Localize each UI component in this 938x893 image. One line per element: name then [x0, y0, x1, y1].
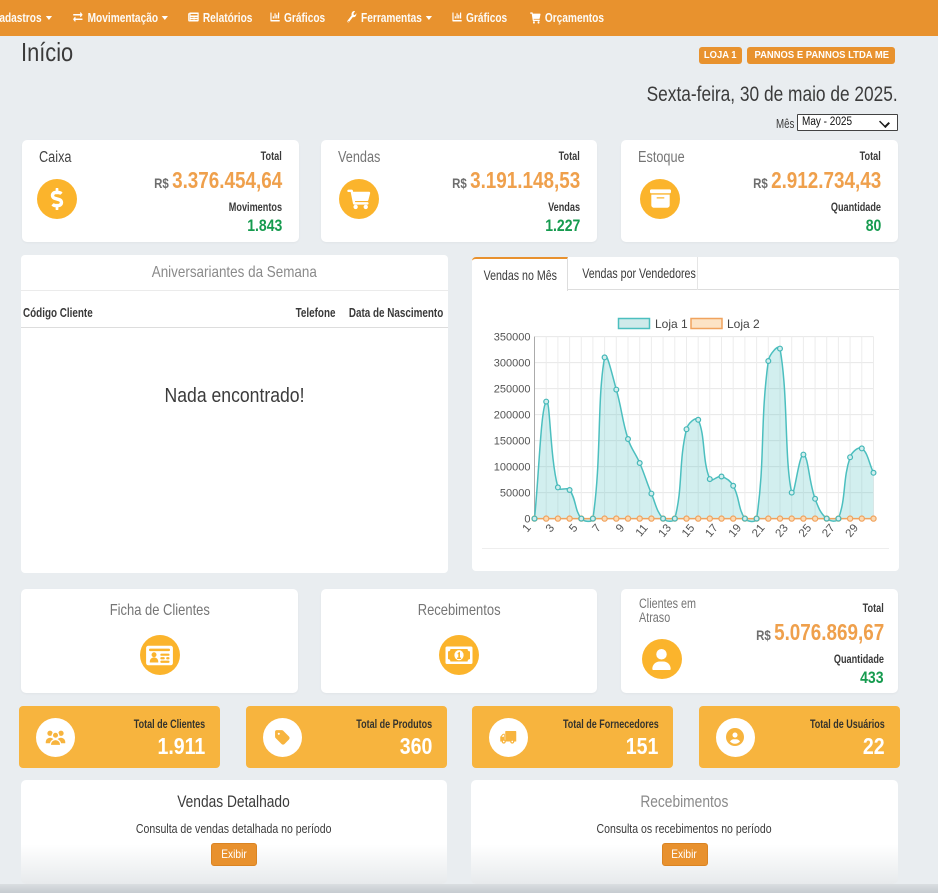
svg-text:29: 29: [843, 522, 860, 540]
svg-text:25: 25: [796, 522, 813, 540]
svg-text:17: 17: [703, 522, 720, 540]
svg-text:100000: 100000: [493, 462, 530, 474]
svg-text:15: 15: [680, 522, 697, 540]
svg-text:50000: 50000: [499, 488, 530, 500]
svg-text:19: 19: [726, 522, 743, 540]
svg-text:350000: 350000: [493, 332, 530, 344]
svg-text:200000: 200000: [493, 410, 530, 422]
svg-text:300000: 300000: [493, 358, 530, 370]
svg-text:11: 11: [633, 522, 650, 539]
svg-text:150000: 150000: [493, 436, 530, 448]
svg-text:23: 23: [773, 522, 790, 540]
svg-text:5: 5: [567, 522, 580, 535]
svg-text:9: 9: [613, 522, 626, 535]
svg-text:Loja 2: Loja 2: [727, 317, 760, 331]
svg-text:3: 3: [543, 522, 556, 535]
svg-text:7: 7: [590, 522, 603, 535]
svg-text:27: 27: [820, 522, 837, 540]
svg-text:250000: 250000: [493, 384, 530, 396]
svg-text:21: 21: [750, 522, 767, 540]
svg-text:Loja 1: Loja 1: [655, 317, 688, 331]
svg-text:13: 13: [656, 522, 673, 540]
